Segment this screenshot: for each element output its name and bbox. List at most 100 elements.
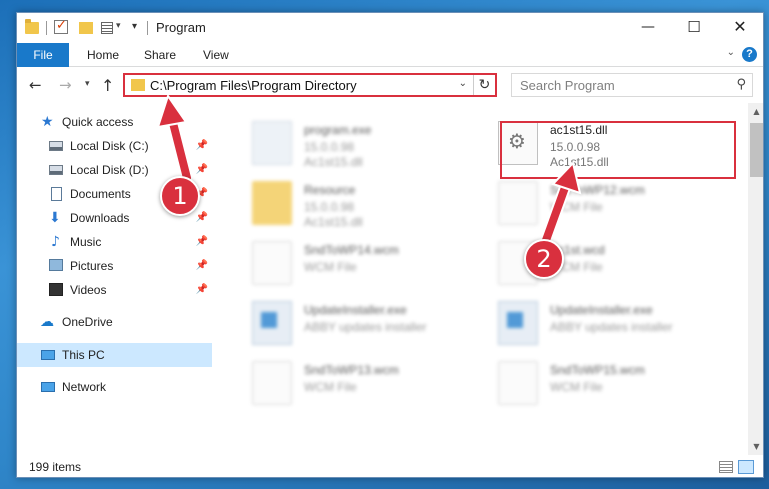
tab-share[interactable]: Share	[144, 43, 176, 67]
forward-arrow-icon[interactable]: →	[59, 76, 72, 94]
file-description: Ac1st15.dll	[304, 215, 363, 229]
pin-icon[interactable]: 📌	[196, 278, 208, 302]
documents-icon	[51, 187, 62, 201]
folder-icon	[252, 181, 292, 225]
minimize-button[interactable]: —	[625, 13, 671, 43]
sidebar-item-quick-access[interactable]: ★ Quick access	[17, 110, 212, 134]
search-input[interactable]	[512, 74, 712, 96]
help-icon[interactable]: ?	[742, 47, 757, 62]
sidebar-item-onedrive[interactable]: ☁ OneDrive	[17, 310, 212, 334]
sidebar-item-label: Local Disk (D:)	[70, 163, 149, 177]
scroll-up-icon[interactable]: ▲	[748, 103, 763, 120]
pin-icon[interactable]: 📌	[196, 230, 208, 254]
download-icon: ⬇	[49, 210, 61, 226]
title-separator	[147, 21, 148, 35]
folder-icon[interactable]	[25, 19, 39, 34]
file-name: UpdateInstaller.exe	[304, 303, 407, 317]
file-type: WCM File	[304, 260, 357, 274]
scrollbar-thumb[interactable]	[750, 123, 763, 177]
address-path[interactable]: C:\Program Files\Program Directory	[150, 78, 357, 93]
back-arrow-icon[interactable]: ←	[29, 76, 42, 94]
expand-ribbon-icon[interactable]: ⌄	[727, 47, 735, 58]
file-type: WCM File	[550, 200, 603, 214]
file-name: program.exe	[304, 123, 372, 137]
file-version: 15.0.0.98	[304, 140, 355, 154]
sidebar-item-local-disk-c[interactable]: Local Disk (C:) 📌	[17, 134, 212, 158]
tab-file[interactable]: File	[17, 43, 69, 67]
list-item[interactable]: UpdateInstaller.exe ABBY updates install…	[242, 293, 482, 349]
file-name: SndToWP15.wcm	[550, 363, 645, 377]
item-count: 199 items	[29, 460, 82, 474]
list-item[interactable]: SndToWP14.wcm WCM File	[242, 233, 482, 289]
new-folder-icon[interactable]	[79, 22, 93, 34]
recent-locations-icon[interactable]: ▾	[85, 79, 90, 89]
list-item[interactable]: Resource 15.0.0.98 Ac1st15.dll	[242, 173, 482, 229]
chevron-down-icon[interactable]: ⌄	[459, 78, 467, 89]
up-arrow-icon[interactable]: ↑	[101, 76, 114, 95]
sidebar-item-music[interactable]: ♪ Music 📌	[17, 230, 212, 254]
sidebar-item-label: Quick access	[62, 115, 134, 129]
pin-icon[interactable]: 📌	[196, 134, 208, 158]
file-version: 15.0.0.98	[304, 200, 355, 214]
sidebar-item-pictures[interactable]: Pictures 📌	[17, 254, 212, 278]
file-description: ABBY updates installer	[304, 320, 427, 334]
star-icon: ★	[41, 114, 54, 130]
step-2-badge: 2	[524, 239, 564, 279]
dll-highlight-box	[500, 121, 736, 179]
tiles-view-icon[interactable]	[738, 460, 754, 474]
file-description: Ac1st15.dll	[304, 155, 363, 169]
exe-file-icon	[252, 121, 292, 165]
disk-icon	[49, 141, 63, 151]
navigation-pane: ★ Quick access Local Disk (C:) 📌 Local D…	[17, 103, 212, 455]
file-description: ABBY updates installer	[550, 320, 673, 334]
sidebar-item-label: Downloads	[70, 211, 130, 225]
sidebar-item-videos[interactable]: Videos 📌	[17, 278, 212, 302]
properties-icon[interactable]	[101, 22, 113, 34]
list-item[interactable]: program.exe 15.0.0.98 Ac1st15.dll	[242, 113, 482, 169]
quick-access-separator	[46, 21, 47, 35]
sidebar-item-label: OneDrive	[62, 315, 113, 329]
details-view-icon[interactable]	[719, 461, 733, 473]
title-bar: ▾ ▾ Program — ☐ ✕	[17, 13, 763, 43]
pin-icon[interactable]: 📌	[196, 158, 208, 182]
file-type: WCM File	[304, 380, 357, 394]
checkmark-icon[interactable]	[54, 18, 68, 34]
file-name: SndToWP14.wcm	[304, 243, 399, 257]
status-bar: 199 items	[17, 455, 763, 477]
sidebar-item-label: Local Disk (C:)	[70, 139, 149, 153]
pin-icon[interactable]: 📌	[196, 206, 208, 230]
close-button[interactable]: ✕	[717, 13, 763, 43]
window-title: Program	[156, 20, 206, 35]
sidebar-item-label: Videos	[70, 283, 107, 297]
tab-home[interactable]: Home	[87, 43, 119, 67]
pin-icon[interactable]: 📌	[196, 254, 208, 278]
address-bar-row: ← → ▾ ↑ C:\Program Files\Program Directo…	[17, 68, 763, 102]
document-icon	[498, 361, 538, 405]
maximize-button[interactable]: ☐	[671, 13, 717, 43]
search-icon[interactable]: ⚲	[736, 77, 746, 92]
file-name: Resource	[304, 183, 356, 197]
list-item[interactable]: SndToWP12.wcm WCM File	[488, 173, 728, 229]
list-item[interactable]: SndToWP15.wcm WCM File	[488, 353, 728, 409]
customize-toolbar-icon[interactable]: ▾	[132, 21, 137, 37]
document-icon	[498, 181, 538, 225]
refresh-icon[interactable]: ↻	[473, 75, 495, 95]
file-name: UpdateInstaller.exe	[550, 303, 653, 317]
list-item[interactable]: SndToWP13.wcm WCM File	[242, 353, 482, 409]
scroll-down-icon[interactable]: ▼	[748, 438, 763, 455]
chevron-down-icon[interactable]: ▾	[116, 21, 121, 37]
address-bar[interactable]: C:\Program Files\Program Directory ⌄ ↻	[123, 73, 497, 97]
file-name: SndToWP13.wcm	[304, 363, 399, 377]
cloud-icon: ☁	[40, 314, 54, 330]
ribbon-tabs: File Home Share View ⌄ ?	[17, 43, 763, 67]
sidebar-item-this-pc[interactable]: This PC	[17, 343, 212, 367]
sidebar-item-network[interactable]: Network	[17, 375, 212, 399]
document-icon	[252, 241, 292, 285]
videos-icon	[49, 283, 63, 296]
list-item[interactable]: UpdateInstaller.exe ABBY updates install…	[488, 293, 728, 349]
search-box[interactable]: ⚲	[511, 73, 753, 97]
tab-view[interactable]: View	[203, 43, 229, 67]
vertical-scrollbar[interactable]: ▲ ▼	[748, 103, 763, 455]
installer-icon	[498, 301, 538, 345]
document-icon	[252, 361, 292, 405]
